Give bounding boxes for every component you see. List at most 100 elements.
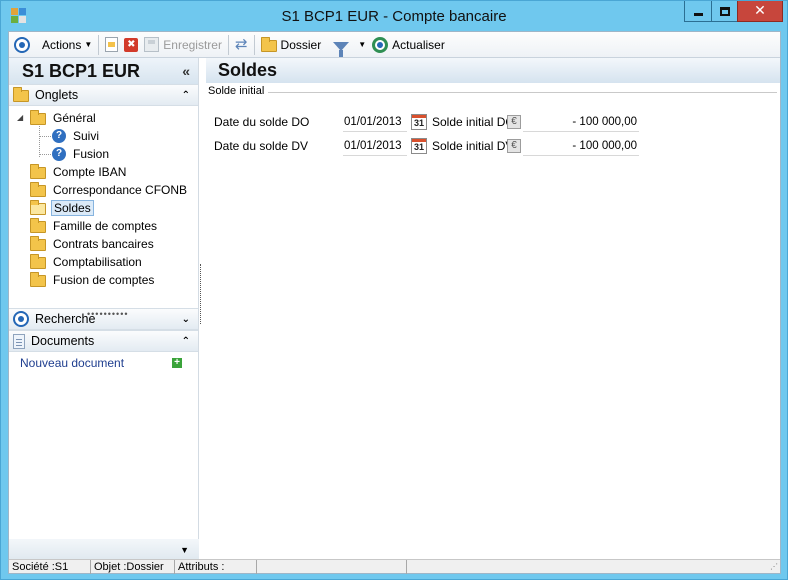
close-button[interactable]: ✕ [737,1,783,22]
toolbar-separator [227,34,229,55]
left-panel-header: S1 BCP1 EUR « [9,58,198,84]
date-solde-do-field[interactable] [343,112,407,132]
actions-label: Actions [42,37,82,52]
title-bar[interactable]: S1 BCP1 EUR - Compte bancaire ✕ [1,1,787,31]
solde-initial-do-field[interactable] [523,112,639,132]
open-folder-icon [30,200,46,215]
maximize-button[interactable] [711,1,738,22]
date-solde-do-label: Date du solde DO [214,115,310,129]
solde-initial-dv-label: Solde initial DV [432,139,514,153]
tree-item-soldes[interactable]: Soldes [9,199,198,217]
main-menu-button[interactable] [11,34,33,56]
close-icon: ✕ [754,3,766,19]
add-document-icon[interactable]: + [172,358,182,368]
actualiser-label: Actualiser [392,37,445,52]
filter-dropdown-button[interactable]: ▼ [352,34,369,56]
euro-icon[interactable]: € [507,139,521,153]
record-title: S1 BCP1 EUR [22,60,141,81]
resize-grip-icon[interactable]: ⋰ [770,562,778,571]
tree-item-fusion[interactable]: ? Fusion [9,145,198,163]
solde-initial-dv-field[interactable] [523,136,639,156]
chevron-up-icon[interactable]: ⌃ [182,336,190,347]
tree-item-fusion-de-comptes[interactable]: Fusion de comptes [9,271,198,289]
status-attributs: Attributs : [175,559,257,574]
folder-icon [30,236,46,251]
status-bar: Société :S1 Objet :Dossier Attributs : ⋰ [9,559,780,574]
dossier-button[interactable]: Dossier [258,34,325,56]
main-panel-header: Soldes [206,58,780,83]
euro-icon[interactable]: € [507,115,521,129]
tree-item-label: Contrats bancaires [53,237,154,251]
actions-menu-button[interactable]: Actions ▼ [39,34,95,56]
panel-splitter[interactable] [200,264,201,324]
splitter-handle[interactable]: •••••••••• [87,310,129,319]
toolbar-separator [98,34,100,55]
dossier-label: Dossier [280,37,322,52]
target-icon [14,36,30,53]
tree-item-label: Général [53,111,96,125]
documents-section-header[interactable]: Documents ⌃ [9,330,198,352]
sync-button[interactable]: ⇄ [232,34,251,56]
tree-item-famille-de-comptes[interactable]: Famille de comptes [9,217,198,235]
filter-button[interactable] [330,34,352,57]
onglets-section-header[interactable]: Onglets ⌃ [9,84,198,106]
new-document-link[interactable]: Nouveau document [20,356,124,370]
tree-item-comptabilisation[interactable]: Comptabilisation [9,253,198,271]
expander-icon[interactable]: ◢ [17,113,23,122]
tree-item-label: Fusion [73,147,110,161]
solde-do-row: Date du solde DO 31 Solde initial DO € [214,112,639,132]
chevron-up-icon[interactable]: ⌃ [182,90,190,101]
main-panel: Soldes Solde initial Date du solde DO 31… [206,58,780,561]
folder-icon [30,218,46,233]
document-icon [13,333,25,349]
tree-item-label: Correspondance CFONB [53,183,188,197]
new-document-icon [105,37,119,52]
expand-panel-icon[interactable]: ▼ [180,545,189,555]
tree-item-general[interactable]: ◢ Général [9,109,198,127]
status-societe: Société :S1 [9,559,91,574]
sync-icon: ⇄ [234,35,248,53]
search-target-icon [13,311,29,327]
save-label: Enregistrer [163,37,222,52]
tree-item-label: Suivi [73,129,100,143]
calendar-icon[interactable]: 31 [411,138,427,154]
help-icon: ? [52,147,66,161]
tree-item-contrats-bancaires[interactable]: Contrats bancaires [9,235,198,253]
application-window: S1 BCP1 EUR - Compte bancaire ✕ Actions ▼… [0,0,788,580]
save-button[interactable]: Enregistrer [141,34,225,56]
maximize-icon [719,6,730,16]
tree-item-compte-iban[interactable]: Compte IBAN [9,163,198,181]
calendar-icon[interactable]: 31 [411,114,427,130]
groupbox-label: Solde initial [208,85,269,97]
tree-item-suivi[interactable]: ? Suivi [9,127,198,145]
new-button[interactable] [102,34,121,56]
onglets-label: Onglets [35,88,79,102]
left-panel-footer: ▼ [9,539,199,561]
tree-item-label: Famille de comptes [53,219,158,233]
chevron-down-icon[interactable]: ⌄ [182,314,190,325]
groupbox-border [263,92,777,93]
date-solde-dv-field[interactable] [343,136,407,156]
window-title: S1 BCP1 EUR - Compte bancaire [281,8,507,25]
folder-icon [260,36,277,52]
tree-item-label: Soldes [51,200,94,216]
delete-icon: ✖ [124,37,139,52]
onglets-tree: ◢ Général ? Suivi ? Fusion Compte IBAN C… [9,106,198,319]
minimize-button[interactable] [684,1,712,22]
solde-initial-do-label: Solde initial DO [432,115,515,129]
documents-label: Documents [31,334,95,348]
toolbar: Actions ▼ ✖ Enregistrer ⇄ Dossier ▼ Actua… [9,32,780,58]
save-icon [144,37,160,52]
tree-item-correspondance-cfonb[interactable]: Correspondance CFONB [9,181,198,199]
left-panel: S1 BCP1 EUR « Onglets ⌃ ◢ Général ? Suiv… [9,58,199,561]
folder-icon [13,87,29,102]
tree-item-label: Comptabilisation [53,255,142,269]
actualiser-button[interactable]: Actualiser [369,34,448,56]
folder-icon [30,272,46,287]
status-empty [257,559,407,574]
minimize-icon [693,12,703,16]
filter-icon [333,41,350,57]
delete-button[interactable]: ✖ [121,34,141,56]
new-document-row: Nouveau document + [9,352,198,374]
collapse-panel-icon[interactable]: « [182,63,190,79]
